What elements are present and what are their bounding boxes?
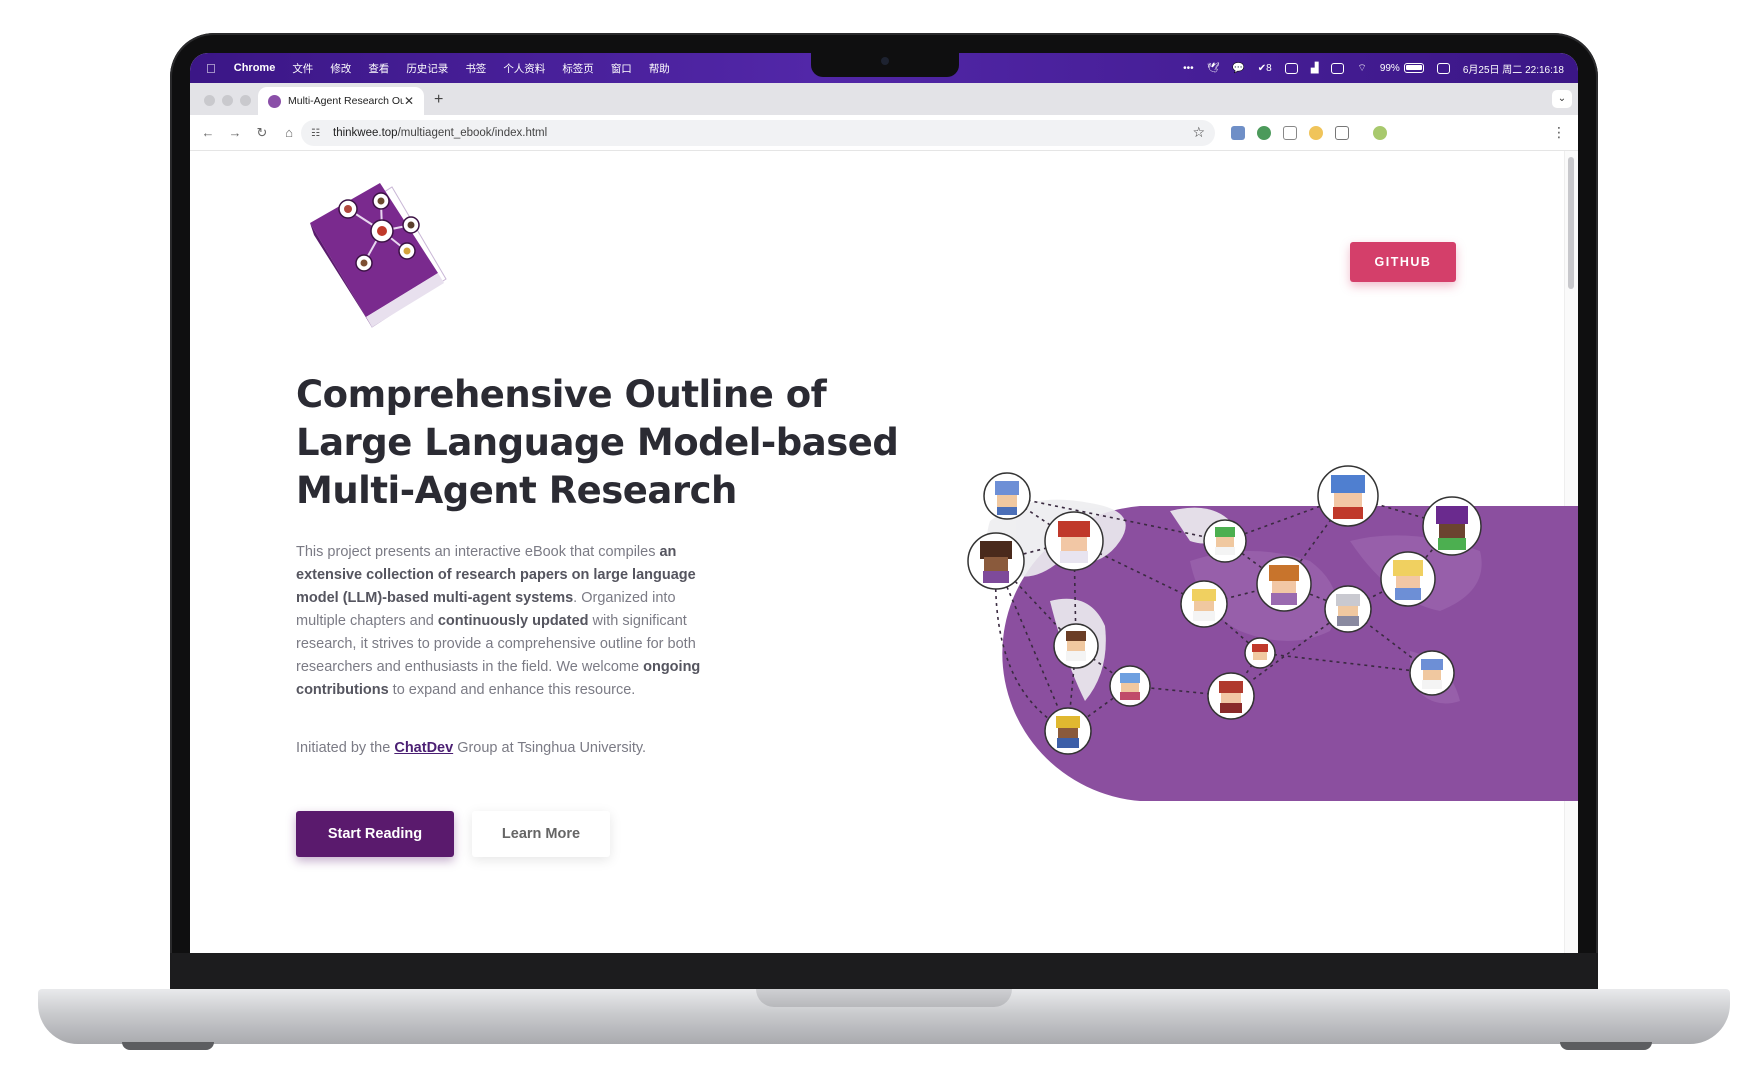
battery-status[interactable]: 99% [1380, 63, 1424, 74]
menu-tab[interactable]: 标签页 [562, 61, 594, 76]
extensions-puzzle-icon[interactable] [1335, 126, 1349, 140]
agent-avatar-4 [1053, 623, 1099, 669]
browser-toolbar: ← → ↻ ⌂ ☷ thinkwee.top/multiagent_ebook/… [190, 115, 1578, 151]
menu-edit[interactable]: 修改 [330, 61, 351, 76]
agent-avatar-14 [1244, 637, 1276, 669]
home-icon[interactable]: ⌂ [280, 125, 298, 140]
headline-line-1: Comprehensive Outline of [296, 373, 827, 416]
web-page: GITHUB Comprehensive Outline of Large La… [190, 151, 1578, 953]
camera-icon [881, 57, 889, 65]
bookmark-star-icon[interactable]: ☆ [1192, 124, 1205, 141]
agent-network-illustration [967, 465, 1578, 801]
initiated-suffix: Group at Tsinghua University. [453, 740, 647, 756]
menubar-clock[interactable]: 6月25日 周二 22:16:18 [1463, 61, 1564, 76]
reminders-count: 8 [1266, 62, 1272, 74]
agent-avatar-3 [967, 532, 1025, 590]
initiated-prefix: Initiated by the [296, 740, 395, 756]
tab-search-chevron-icon[interactable]: ⌄ [1552, 90, 1572, 108]
learn-more-button[interactable]: Learn More [472, 811, 610, 857]
yd-icon[interactable] [1284, 62, 1298, 74]
desc-part-1: This project presents an interactive eBo… [296, 544, 660, 560]
agent-avatar-7 [1203, 519, 1247, 563]
site-info-icon[interactable]: ☷ [311, 128, 325, 139]
agent-avatar-9 [1256, 556, 1312, 612]
agent-avatar-13 [1324, 585, 1372, 633]
laptop-foot-right [1560, 1042, 1652, 1050]
clipboard-icon[interactable] [1331, 62, 1345, 74]
agent-avatar-11 [1422, 496, 1482, 556]
reminders-status[interactable]: ✔8 [1258, 63, 1272, 74]
agent-avatar-16 [1409, 650, 1455, 696]
battery-percent: 99% [1379, 62, 1400, 74]
tab-multi-agent-research[interactable]: Multi-Agent Research Outline ✕ [258, 87, 424, 115]
close-tab-icon[interactable]: ✕ [404, 94, 414, 108]
laptop-foot-left [122, 1042, 214, 1050]
agent-avatar-2 [1044, 511, 1104, 571]
back-icon[interactable]: ← [199, 125, 217, 140]
wechat-icon[interactable]: 💬 [1232, 63, 1244, 74]
favicon-icon [268, 94, 281, 108]
agent-avatar-12 [1380, 551, 1436, 607]
initiated-by-text: Initiated by the ChatDev Group at Tsingh… [296, 740, 646, 756]
status-area: ••• 🕊 💬 ✔8 ▟ ⌔ 99% 6月25日 周二 22:16:18 [1183, 53, 1564, 83]
tab-title: Multi-Agent Research Outline [288, 95, 404, 107]
profile-avatar[interactable] [1373, 126, 1387, 140]
reload-icon[interactable]: ↻ [253, 125, 271, 141]
menu-help[interactable]: 帮助 [649, 61, 670, 76]
laptop-opening-notch [756, 989, 1012, 1007]
extension-coin-icon[interactable] [1309, 126, 1323, 140]
window-controls [204, 95, 251, 106]
apple-icon[interactable]:  [206, 61, 216, 76]
github-button[interactable]: GITHUB [1350, 242, 1456, 282]
laptop-screen:  Chrome 文件 修改 查看 历史记录 书签 个人资料 标签页 窗口 帮助… [190, 53, 1578, 953]
menu-file[interactable]: 文件 [292, 61, 313, 76]
control-center-icon[interactable] [1436, 62, 1450, 74]
menu-view[interactable]: 查看 [368, 61, 389, 76]
start-reading-button[interactable]: Start Reading [296, 811, 454, 857]
screenshot-stage:  Chrome 文件 修改 查看 历史记录 书签 个人资料 标签页 窗口 帮助… [0, 0, 1760, 1080]
forward-icon[interactable]: → [226, 125, 244, 140]
menu-profiles[interactable]: 个人资料 [503, 61, 545, 76]
menu-app-name[interactable]: Chrome [234, 62, 276, 74]
ebook-logo [310, 183, 447, 328]
agent-avatar-8 [1180, 580, 1228, 628]
headline-line-3: Multi-Agent Research [296, 469, 737, 512]
bird-icon[interactable]: 🕊 [1207, 63, 1220, 74]
more-icon[interactable]: ••• [1183, 63, 1194, 74]
project-description: This project presents an interactive eBo… [296, 541, 716, 702]
camera-notch [811, 51, 959, 77]
extension-evernote-icon[interactable] [1257, 126, 1271, 140]
battery-icon [1403, 63, 1424, 73]
cat-icon[interactable]: ▟ [1311, 63, 1319, 74]
menu-history[interactable]: 历史记录 [406, 61, 448, 76]
close-window-button[interactable] [204, 95, 215, 106]
new-tab-button[interactable]: + [434, 91, 443, 109]
extension-capture-icon[interactable] [1283, 126, 1297, 140]
agent-avatar-5 [1109, 665, 1151, 707]
menu-bookmarks[interactable]: 书签 [465, 61, 486, 76]
desc-bold-2: continuously updated [437, 613, 589, 629]
agent-avatar-15 [1207, 672, 1255, 720]
chatdev-link[interactable]: ChatDev [394, 740, 453, 756]
zoom-window-button[interactable] [240, 95, 251, 106]
url-path: /multiagent_ebook/index.html [397, 127, 548, 139]
extension-download-icon[interactable] [1231, 126, 1245, 140]
chrome-menu-icon[interactable]: ⋮ [1552, 124, 1566, 141]
agent-avatar-1 [983, 472, 1031, 520]
tab-strip: Multi-Agent Research Outline ✕ + ⌄ [190, 83, 1578, 115]
address-bar[interactable]: ☷ thinkwee.top/multiagent_ebook/index.ht… [301, 120, 1215, 146]
wifi-icon[interactable]: ⌔ [1357, 62, 1366, 75]
minimize-window-button[interactable] [222, 95, 233, 106]
desc-part-4: to expand and enhance this resource. [388, 682, 636, 698]
agent-avatar-6 [1044, 707, 1092, 755]
menu-window[interactable]: 窗口 [611, 61, 632, 76]
url-host: thinkwee.top [333, 127, 398, 139]
scrollbar-thumb[interactable] [1568, 157, 1574, 289]
agent-avatar-10 [1317, 465, 1379, 527]
